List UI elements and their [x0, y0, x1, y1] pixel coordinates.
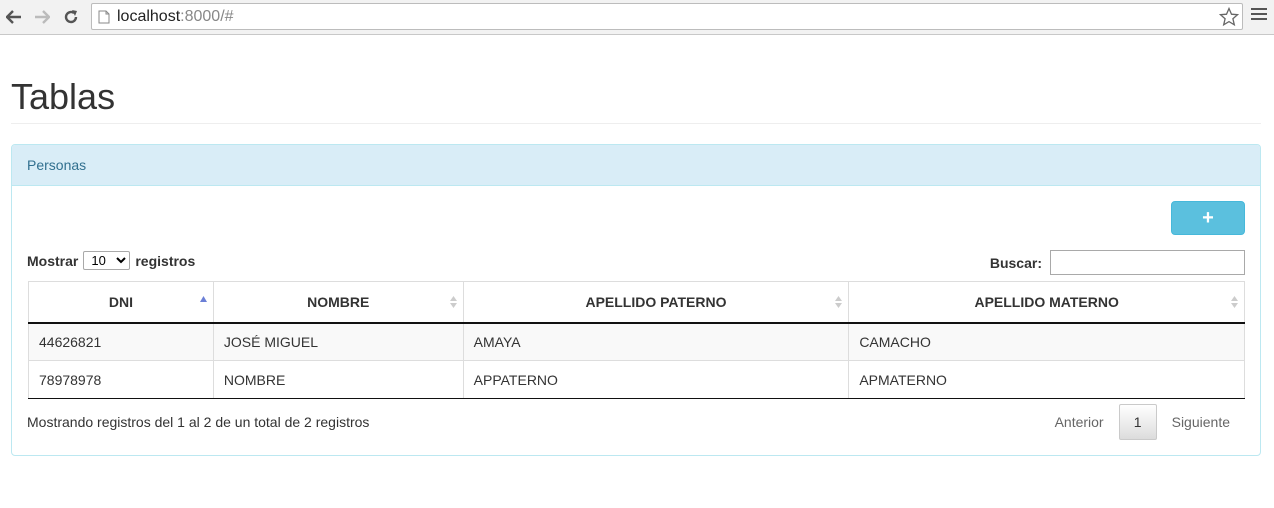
length-suffix: registros — [135, 252, 196, 269]
sort-both-icon — [1231, 296, 1238, 308]
cell-nombre: JOSÉ MIGUEL — [212, 322, 464, 361]
column-header-apellido-paterno[interactable]: APELLIDO PATERNO — [462, 281, 850, 324]
search-label: Buscar: — [989, 254, 1042, 271]
persons-table: DNI NOMBRE APELLIDO PATERNO APELLIDO MAT… — [28, 281, 1245, 399]
bookmark-star-icon[interactable] — [1218, 6, 1240, 30]
url-host: localhost — [117, 8, 181, 25]
column-header-dni[interactable]: DNI — [28, 281, 214, 324]
plus-icon: + — [1202, 207, 1214, 229]
length-control: Mostrar 10 registros — [27, 251, 195, 270]
table-row[interactable]: 78978978 NOMBRE APPATERNO APMATERNO — [28, 360, 1245, 399]
page-icon — [98, 10, 110, 27]
sort-both-icon — [835, 296, 843, 308]
column-header-label: APELLIDO MATERNO — [974, 293, 1119, 310]
column-header-label: APELLIDO PATERNO — [585, 293, 727, 310]
browser-toolbar: localhost:8000/# — [0, 0, 1274, 35]
page-length-select[interactable]: 10 — [83, 251, 131, 270]
add-person-button[interactable]: + — [1171, 201, 1245, 235]
cell-apellido-materno: CAMACHO — [848, 322, 1245, 361]
table-row[interactable]: 44626821 JOSÉ MIGUEL AMAYA CAMACHO — [28, 322, 1245, 361]
forward-arrow-icon[interactable] — [31, 6, 53, 28]
sort-both-icon — [449, 296, 457, 308]
cell-dni: 44626821 — [28, 322, 214, 361]
address-bar[interactable]: localhost:8000/# — [91, 3, 1243, 30]
next-page-button[interactable]: Siguiente — [1157, 414, 1245, 430]
column-header-nombre[interactable]: NOMBRE — [212, 281, 464, 324]
table-header-row: DNI NOMBRE APELLIDO PATERNO APELLIDO MAT… — [28, 281, 1245, 324]
browser-menu-icon[interactable] — [1251, 8, 1267, 24]
column-header-label: DNI — [108, 293, 133, 310]
cell-apellido-paterno: APPATERNO — [462, 360, 850, 399]
search-input[interactable] — [1050, 250, 1245, 275]
pagination: Anterior 1 Siguiente — [1040, 404, 1245, 440]
url-text: localhost:8000/# — [117, 8, 234, 26]
cell-apellido-paterno: AMAYA — [462, 322, 850, 361]
length-prefix: Mostrar — [27, 252, 79, 269]
previous-page-button[interactable]: Anterior — [1040, 414, 1119, 430]
personas-panel: Personas + Mostrar 10 registros Buscar: … — [11, 144, 1261, 456]
reload-icon[interactable] — [60, 6, 82, 28]
column-header-apellido-materno[interactable]: APELLIDO MATERNO — [848, 281, 1245, 324]
title-divider — [11, 123, 1261, 124]
back-arrow-icon[interactable] — [3, 6, 25, 28]
search-control: Buscar: — [990, 250, 1245, 275]
cell-dni: 78978978 — [28, 360, 214, 399]
panel-heading: Personas — [12, 145, 1260, 186]
cell-nombre: NOMBRE — [212, 360, 464, 399]
page-title: Tablas — [11, 76, 116, 117]
column-header-label: NOMBRE — [307, 293, 370, 310]
sort-ascending-icon — [199, 296, 207, 302]
url-path: :8000/# — [180, 8, 234, 25]
table-info: Mostrando registros del 1 al 2 de un tot… — [27, 414, 370, 430]
cell-apellido-materno: APMATERNO — [848, 360, 1245, 399]
page-1-button[interactable]: 1 — [1118, 404, 1157, 440]
